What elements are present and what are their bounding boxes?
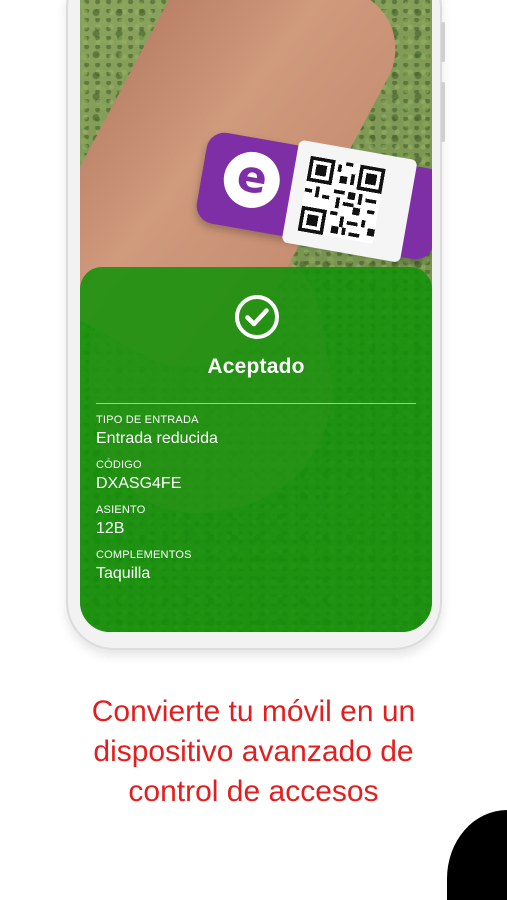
- divider: [96, 403, 416, 404]
- code-label: CÓDIGO: [96, 459, 142, 471]
- promo-tagline: Convierte tu móvil en un dispositivo ava…: [0, 692, 507, 812]
- wristband-logo: e: [219, 147, 285, 213]
- wristband-tag: [281, 139, 418, 263]
- ticket-type-label: TIPO DE ENTRADA: [96, 414, 199, 426]
- ticket-type-value: Entrada reducida: [96, 430, 218, 447]
- extras-label: COMPLEMENTOS: [96, 549, 192, 561]
- check-circle-icon: [235, 295, 279, 339]
- phone-side-button: [441, 22, 445, 62]
- result-status: Aceptado: [207, 355, 305, 378]
- tagline-line: dispositivo avanzado de: [93, 735, 414, 768]
- access-result-card: Aceptado TIPO DE ENTRADA Entrada reducid…: [80, 267, 432, 632]
- tagline-line: control de accesos: [128, 775, 379, 808]
- extras-value: Taquilla: [96, 565, 151, 582]
- tagline-line: Convierte tu móvil en un: [91, 695, 416, 728]
- code-value: DXASG4FE: [96, 475, 182, 492]
- phone-side-button: [441, 82, 445, 142]
- corner-decoration: [447, 810, 507, 900]
- seat-value: 12B: [96, 520, 125, 537]
- seat-label: ASIENTO: [96, 504, 146, 516]
- qr-code-icon: [297, 155, 386, 244]
